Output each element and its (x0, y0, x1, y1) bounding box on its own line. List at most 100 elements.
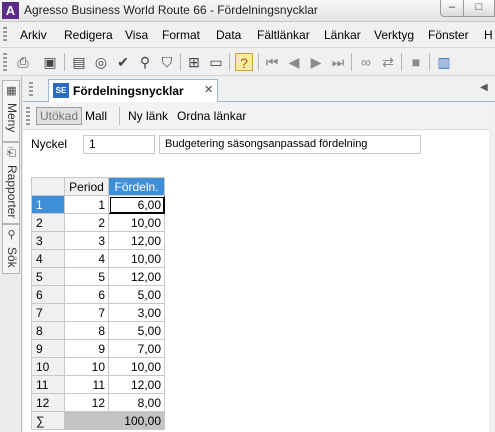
table-row[interactable]: 12 12 8,00 (31, 393, 165, 412)
row-header[interactable]: 12 (31, 393, 65, 412)
last-record-icon[interactable]: ⏭ (329, 53, 347, 71)
period-cell[interactable]: 1 (64, 195, 109, 214)
menu-visa[interactable]: Visa (125, 28, 148, 42)
distribution-cell[interactable]: 6,00 (108, 195, 165, 214)
insert-row-icon[interactable]: ⊞ (185, 53, 203, 71)
menu-data[interactable]: Data (216, 28, 241, 42)
document-toolbar: Utökad Mall Ny länk Ordna länkar (23, 102, 495, 130)
maximize-button[interactable]: □ (463, 0, 495, 17)
next-record-icon[interactable]: ▶ (307, 53, 325, 71)
period-cell[interactable]: 2 (64, 213, 109, 232)
document-type-icon: SE (53, 83, 69, 98)
table-row[interactable]: 4 4 10,00 (31, 249, 165, 268)
unlink-icon[interactable]: ⇄ (379, 53, 397, 71)
link-icon[interactable]: ∞ (357, 53, 375, 71)
distribution-cell[interactable]: 12,00 (108, 375, 165, 394)
menu-arkiv[interactable]: Arkiv (20, 28, 47, 42)
filter-icon[interactable]: ⛉ (158, 53, 176, 71)
row-header[interactable]: 11 (31, 375, 65, 394)
menu-lankar[interactable]: Länkar (324, 28, 361, 42)
distribution-cell[interactable]: 10,00 (108, 249, 165, 268)
period-cell[interactable]: 12 (64, 393, 109, 412)
menu-format[interactable]: Format (162, 28, 200, 42)
chart-icon[interactable]: ▥ (435, 53, 453, 71)
period-cell[interactable]: 9 (64, 339, 109, 358)
distribution-cell[interactable]: 12,00 (108, 267, 165, 286)
stop-icon[interactable]: ■ (407, 53, 425, 71)
row-header[interactable]: 4 (31, 249, 65, 268)
table-row[interactable]: 9 9 7,00 (31, 339, 165, 358)
row-header[interactable]: 1 (31, 195, 65, 214)
period-cell[interactable]: 11 (64, 375, 109, 394)
row-header[interactable]: 5 (31, 267, 65, 286)
table-row[interactable]: 3 3 12,00 (31, 231, 165, 250)
help-icon[interactable]: ? (235, 53, 253, 71)
search-icon[interactable]: ⚲ (136, 53, 154, 71)
period-cell[interactable]: 8 (64, 321, 109, 340)
period-cell[interactable]: 6 (64, 285, 109, 304)
row-header[interactable]: 10 (31, 357, 65, 376)
minimize-button[interactable]: – (440, 0, 464, 17)
arrange-links-button[interactable]: Ordna länkar (174, 107, 249, 125)
period-cell[interactable]: 5 (64, 267, 109, 286)
distribution-cell[interactable]: 12,00 (108, 231, 165, 250)
distribution-cell[interactable]: 3,00 (108, 303, 165, 322)
table-row[interactable]: 5 5 12,00 (31, 267, 165, 286)
distribution-cell[interactable]: 10,00 (108, 357, 165, 376)
table-row[interactable]: 7 7 3,00 (31, 303, 165, 322)
column-header-fordeln[interactable]: Fördeln. (108, 177, 165, 196)
print-icon[interactable]: ⎙ (14, 53, 32, 71)
tab-list-arrow-icon[interactable]: ◀ (480, 82, 488, 93)
row-header[interactable]: 9 (31, 339, 65, 358)
period-cell[interactable]: 4 (64, 249, 109, 268)
previous-record-icon[interactable]: ◀ (285, 53, 303, 71)
table-row[interactable]: 6 6 5,00 (31, 285, 165, 304)
vertical-scrollbar[interactable] (489, 102, 495, 432)
period-cell[interactable]: 7 (64, 303, 109, 322)
grid-corner[interactable] (31, 177, 65, 196)
sidebar-tab-meny[interactable]: ▦ Meny (2, 80, 20, 142)
close-icon[interactable]: ✕ (204, 83, 213, 96)
checkmark-icon[interactable]: ✔ (114, 53, 132, 71)
distribution-cell[interactable]: 10,00 (108, 213, 165, 232)
document-toolbar-grip[interactable] (26, 107, 30, 125)
toolbar-grip[interactable] (3, 53, 7, 71)
menu-fonster[interactable]: Fönster (428, 28, 469, 42)
table-row[interactable]: 8 8 5,00 (31, 321, 165, 340)
sidebar-tab-sok[interactable]: ⚲ Sök (2, 224, 20, 274)
menu-faltlankar[interactable]: Fältlänkar (257, 28, 310, 42)
blank-form-icon[interactable]: ▭ (207, 53, 225, 71)
menu-grip[interactable] (3, 27, 7, 43)
distribution-cell[interactable]: 5,00 (108, 321, 165, 340)
menu-help[interactable]: H (484, 28, 493, 42)
table-row[interactable]: 1 1 6,00 (31, 195, 165, 214)
key-field[interactable]: 1 (83, 135, 155, 154)
row-header[interactable]: 6 (31, 285, 65, 304)
first-record-icon[interactable]: ⏮ (263, 53, 281, 71)
row-header[interactable]: 7 (31, 303, 65, 322)
period-cell[interactable]: 10 (64, 357, 109, 376)
table-row[interactable]: 2 2 10,00 (31, 213, 165, 232)
table-row[interactable]: 11 11 12,00 (31, 375, 165, 394)
distribution-cell[interactable]: 8,00 (108, 393, 165, 412)
open-folder-icon[interactable]: ▤ (70, 53, 88, 71)
description-field[interactable]: Budgetering säsongsanpassad fördelning (159, 135, 421, 154)
sidebar-tab-rapporter[interactable]: ⎗ Rapporter (2, 142, 20, 224)
column-header-period[interactable]: Period (64, 177, 109, 196)
binoculars-icon[interactable]: ◎ (92, 53, 110, 71)
template-button[interactable]: Mall (82, 107, 110, 125)
tab-fordelningsnycklar[interactable]: SE Fördelningsnycklar ✕ (48, 79, 218, 102)
menu-verktyg[interactable]: Verktyg (374, 28, 414, 42)
new-link-button[interactable]: Ny länk (125, 107, 171, 125)
row-header[interactable]: 3 (31, 231, 65, 250)
row-header[interactable]: 2 (31, 213, 65, 232)
table-row[interactable]: 10 10 10,00 (31, 357, 165, 376)
tabstrip-grip[interactable] (29, 82, 33, 96)
distribution-cell[interactable]: 5,00 (108, 285, 165, 304)
menu-redigera[interactable]: Redigera (64, 28, 113, 42)
row-header[interactable]: 8 (31, 321, 65, 340)
save-icon[interactable]: ▣ (41, 53, 59, 71)
period-cell[interactable]: 3 (64, 231, 109, 250)
distribution-cell[interactable]: 7,00 (108, 339, 165, 358)
extended-button[interactable]: Utökad (36, 107, 83, 125)
